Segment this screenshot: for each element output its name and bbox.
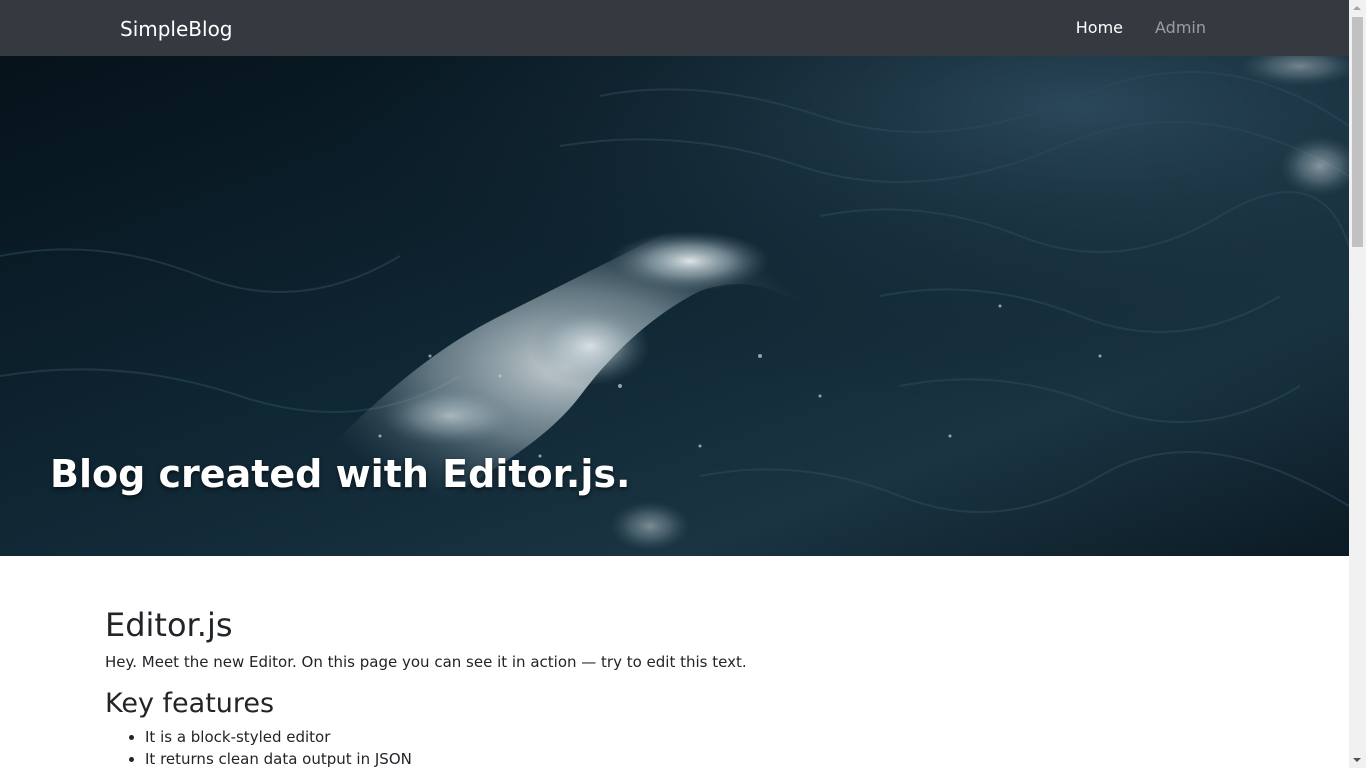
hero-banner: Blog created with Editor.js. [0, 56, 1349, 556]
list-item: It is a block-styled editor [145, 726, 1245, 748]
navbar: SimpleBlog Home Admin [0, 0, 1349, 56]
features-list: It is a block-styled editor It returns c… [105, 726, 1245, 768]
scroll-down-icon[interactable] [1353, 758, 1361, 762]
article-intro: Hey. Meet the new Editor. On this page y… [105, 653, 747, 671]
nav-link-home[interactable]: Home [1076, 18, 1123, 38]
hero-title: Blog created with Editor.js. [50, 452, 631, 496]
nav-link-admin[interactable]: Admin [1155, 18, 1206, 38]
brand-link[interactable]: SimpleBlog [120, 16, 233, 42]
nav-links: Home Admin [1076, 18, 1206, 38]
vertical-scrollbar[interactable] [1349, 0, 1366, 768]
scroll-up-icon[interactable] [1353, 6, 1361, 10]
list-item: It returns clean data output in JSON [145, 748, 1245, 768]
article-heading: Editor.js [105, 606, 233, 644]
article-subheading: Key features [105, 688, 275, 719]
scroll-thumb[interactable] [1352, 17, 1363, 247]
article-content: Editor.js Hey. Meet the new Editor. On t… [105, 600, 1245, 768]
page: SimpleBlog Home Admin Blog created with … [0, 0, 1349, 768]
